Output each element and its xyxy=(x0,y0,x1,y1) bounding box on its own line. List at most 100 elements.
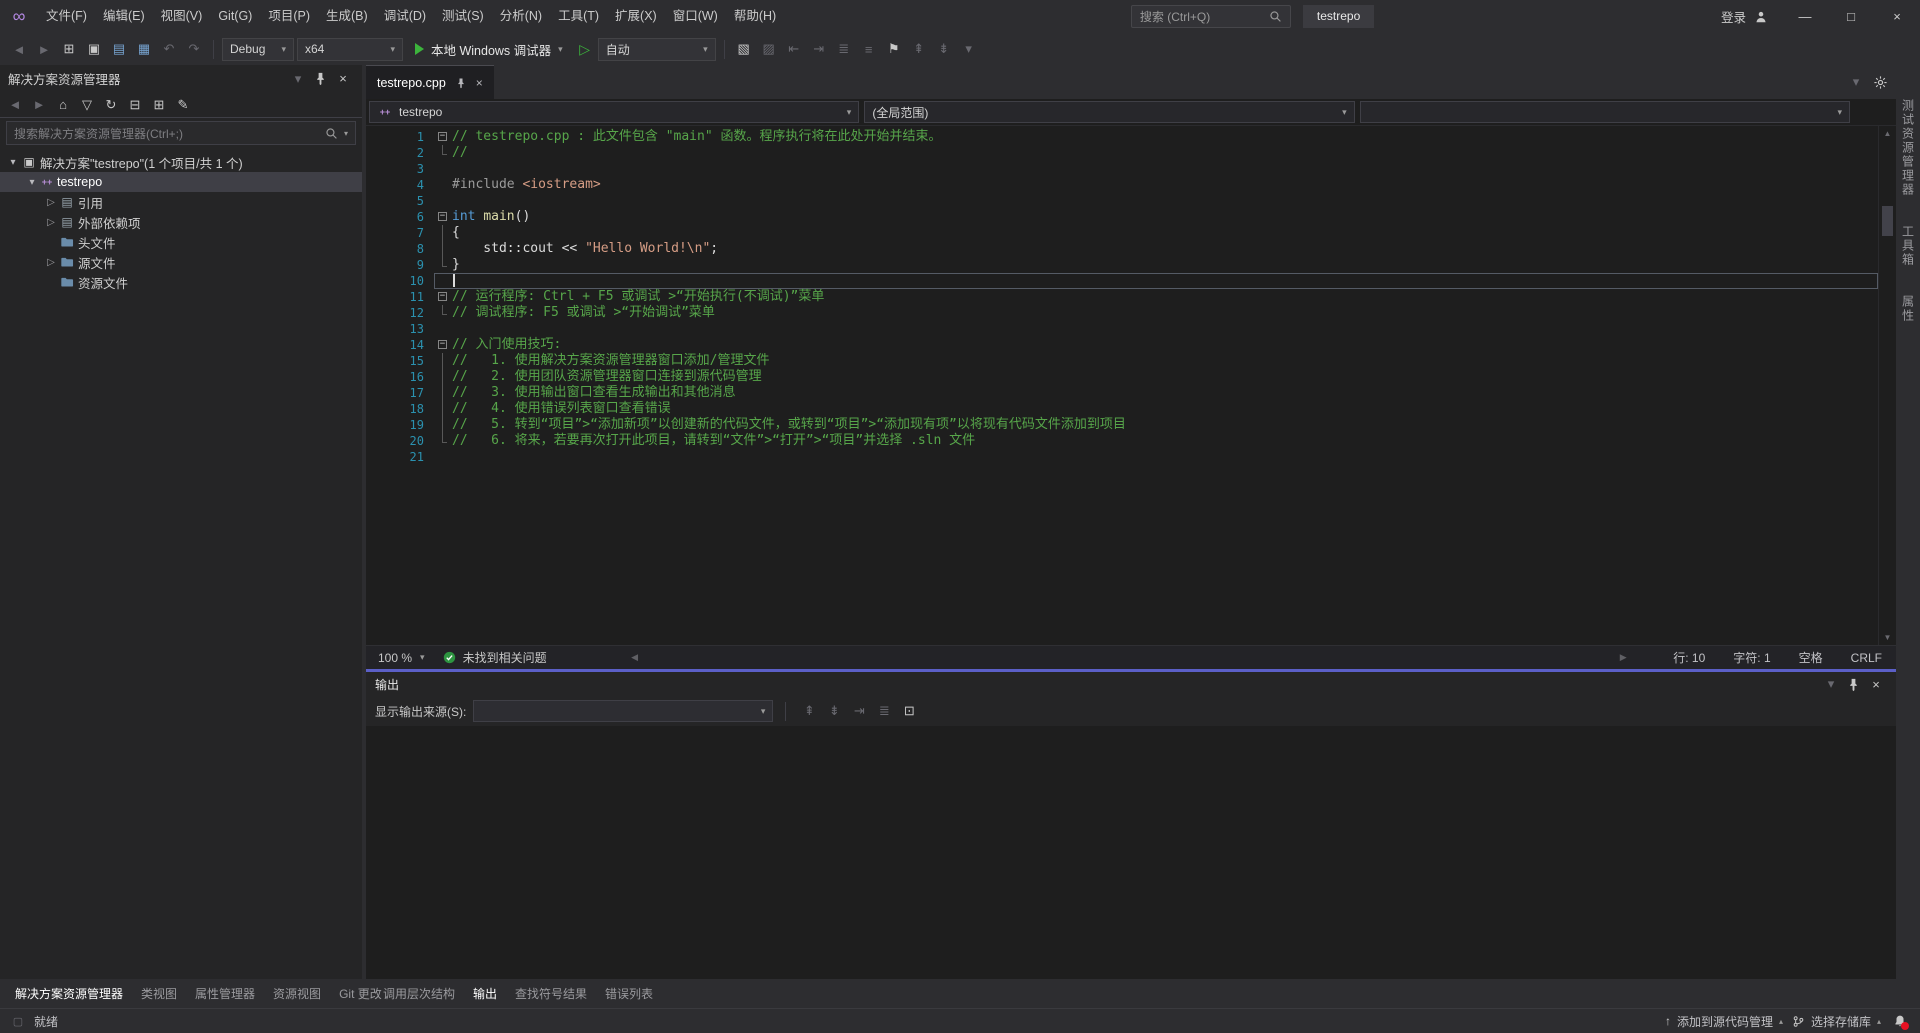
scroll-right-icon[interactable]: ▶ xyxy=(1615,652,1631,663)
output-panel-header[interactable]: 输出 ▾× xyxy=(366,672,1896,696)
indent-decrease-icon[interactable]: ⇤ xyxy=(783,38,805,60)
code-line-4[interactable]: 4#include <iostream> xyxy=(366,177,1896,193)
panel-tab-输出[interactable]: 输出 xyxy=(464,979,506,1008)
auto-hide-pin-icon[interactable] xyxy=(1846,677,1861,692)
code-line-13[interactable]: 13 xyxy=(366,321,1896,337)
nav-member-select[interactable]: ▾ xyxy=(1360,101,1850,123)
tree-row-7[interactable]: 资源文件 xyxy=(0,272,362,292)
menu-item-3[interactable]: 视图(V) xyxy=(153,0,211,33)
visual-studio-logo-icon[interactable]: ∞ xyxy=(0,0,38,33)
close-panel-icon[interactable]: × xyxy=(1865,673,1887,695)
menu-item-2[interactable]: 编辑(E) xyxy=(95,0,153,33)
code-editor[interactable]: 1−// testrepo.cpp : 此文件包含 "main" 函数。程序执行… xyxy=(366,126,1896,645)
code-line-10[interactable]: 10 xyxy=(366,273,1896,289)
se-forward-icon[interactable]: ► xyxy=(28,94,50,116)
code-line-15[interactable]: 15// 1. 使用解决方案资源管理器窗口添加/管理文件 xyxy=(366,353,1896,369)
hot-reload-icon[interactable]: ▨ xyxy=(758,38,780,60)
editor-settings-icon[interactable] xyxy=(1873,75,1888,90)
menu-item-6[interactable]: 生成(B) xyxy=(318,0,376,33)
breakpoint-margin[interactable] xyxy=(366,225,386,241)
nav-project-select[interactable]: ++ testrepo ▾ xyxy=(369,101,859,123)
prev-message-icon[interactable]: ⇞ xyxy=(798,700,820,722)
tree-expander-icon[interactable]: ▾ xyxy=(6,157,20,168)
breakpoint-margin[interactable] xyxy=(366,241,386,257)
breakpoint-margin[interactable] xyxy=(366,193,386,209)
output-source-select[interactable]: ▾ xyxy=(473,700,773,722)
next-message-icon[interactable]: ⇟ xyxy=(823,700,845,722)
document-tab-testrepo-cpp[interactable]: testrepo.cpp × xyxy=(366,65,494,99)
menu-item-13[interactable]: 帮助(H) xyxy=(726,0,784,33)
autohide-tab-1[interactable]: 测试资源管理器 xyxy=(1900,99,1917,197)
select-repository-button[interactable]: 选择存储库 ▴ xyxy=(1792,1013,1881,1030)
background-tasks-icon[interactable]: ▢ xyxy=(10,1010,26,1032)
menu-item-12[interactable]: 窗口(W) xyxy=(665,0,726,33)
pin-tab-icon[interactable] xyxy=(455,77,467,89)
menu-item-10[interactable]: 工具(T) xyxy=(550,0,607,33)
sign-in-button[interactable]: 登录 xyxy=(1721,7,1768,26)
active-files-icon[interactable]: ▾ xyxy=(1845,71,1867,93)
breakpoint-margin[interactable] xyxy=(366,401,386,417)
output-content[interactable] xyxy=(366,726,1896,979)
nav-forward-icon[interactable]: ► xyxy=(33,38,55,60)
show-all-files-icon[interactable]: ⊞ xyxy=(148,94,170,116)
solution-explorer-search-box[interactable]: 搜索解决方案资源管理器(Ctrl+;) ▾ xyxy=(6,121,356,145)
code-line-18[interactable]: 18// 4. 使用错误列表窗口查看错误 xyxy=(366,401,1896,417)
breakpoint-margin[interactable] xyxy=(366,337,386,353)
toolbar-options-icon[interactable]: ▾ xyxy=(958,38,980,60)
add-to-source-control-button[interactable]: ↑ 添加到源代码管理 ▴ xyxy=(1665,1013,1783,1030)
refresh-icon[interactable]: ↻ xyxy=(100,94,122,116)
menu-item-5[interactable]: 项目(P) xyxy=(260,0,318,33)
menu-item-8[interactable]: 测试(S) xyxy=(434,0,492,33)
code-line-5[interactable]: 5 xyxy=(366,193,1896,209)
nav-back-icon[interactable]: ◄ xyxy=(8,38,30,60)
code-line-14[interactable]: 14−// 入门使用技巧: xyxy=(366,337,1896,353)
attach-process-icon[interactable]: ▧ xyxy=(733,38,755,60)
breakpoint-margin[interactable] xyxy=(366,353,386,369)
fold-collapse-icon[interactable]: − xyxy=(438,212,447,221)
redo-icon[interactable]: ↷ xyxy=(183,38,205,60)
collapse-all-icon[interactable]: ⊟ xyxy=(124,94,146,116)
code-line-2[interactable]: 2// xyxy=(366,145,1896,161)
code-line-19[interactable]: 19// 5. 转到“项目”>“添加新项”以创建新的代码文件，或转到“项目”>“… xyxy=(366,417,1896,433)
zoom-select[interactable]: 100 %▾ xyxy=(370,651,433,665)
prev-bookmark-icon[interactable]: ⇞ xyxy=(908,38,930,60)
breakpoint-margin[interactable] xyxy=(366,161,386,177)
window-position-icon[interactable]: ▾ xyxy=(1820,673,1842,695)
code-line-17[interactable]: 17// 3. 使用输出窗口查看生成输出和其他消息 xyxy=(366,385,1896,401)
start-debugging-button[interactable]: 本地 Windows 调试器 ▾ xyxy=(406,36,572,62)
bookmark-icon[interactable]: ⚑ xyxy=(883,38,905,60)
editor-vertical-scrollbar[interactable]: ▲ ▼ xyxy=(1878,126,1896,645)
search-options-chevron-icon[interactable]: ▾ xyxy=(344,129,348,138)
tree-row-5[interactable]: 头文件 xyxy=(0,232,362,252)
tree-expander-icon[interactable]: ▾ xyxy=(25,177,39,188)
menu-item-9[interactable]: 分析(N) xyxy=(492,0,550,33)
start-without-debugging-icon[interactable]: ▷ xyxy=(575,41,595,58)
goto-message-icon[interactable]: ⇥ xyxy=(848,700,870,722)
menu-item-4[interactable]: Git(G) xyxy=(210,0,260,33)
breakpoint-margin[interactable] xyxy=(366,433,386,449)
tree-row-2[interactable]: ▾++testrepo xyxy=(0,172,362,192)
fold-margin[interactable]: − xyxy=(434,209,452,225)
breakpoint-margin[interactable] xyxy=(366,273,386,289)
tree-expander-icon[interactable]: ▷ xyxy=(44,217,58,228)
scrollbar-thumb[interactable] xyxy=(1882,206,1893,236)
breakpoint-margin[interactable] xyxy=(366,449,386,465)
tree-row-6[interactable]: ▷源文件 xyxy=(0,252,362,272)
char-indicator[interactable]: 字符: 1 xyxy=(1733,649,1770,666)
code-line-3[interactable]: 3 xyxy=(366,161,1896,177)
fold-margin[interactable]: − xyxy=(434,289,452,305)
editor-horizontal-scrollbar[interactable]: ◀ ▶ xyxy=(627,652,1632,663)
save-icon[interactable]: ▤ xyxy=(108,38,130,60)
line-indicator[interactable]: 行: 10 xyxy=(1673,649,1705,666)
tree-expander-icon[interactable]: ▷ xyxy=(44,197,58,208)
close-panel-icon[interactable]: × xyxy=(332,68,354,90)
solution-configuration-select[interactable]: Debug▾ xyxy=(222,38,294,61)
code-line-1[interactable]: 1−// testrepo.cpp : 此文件包含 "main" 函数。程序执行… xyxy=(366,129,1896,145)
save-all-icon[interactable]: ▦ xyxy=(133,38,155,60)
dock-tab-属性管理器[interactable]: 属性管理器 xyxy=(186,979,264,1008)
panel-tab-调用层次结构[interactable]: 调用层次结构 xyxy=(374,979,464,1008)
menu-item-7[interactable]: 调试(D) xyxy=(376,0,434,33)
tree-row-4[interactable]: ▷▤外部依赖项 xyxy=(0,212,362,232)
word-wrap-icon[interactable]: ⊡ xyxy=(898,700,920,722)
tree-expander-icon[interactable]: ▷ xyxy=(44,257,58,268)
